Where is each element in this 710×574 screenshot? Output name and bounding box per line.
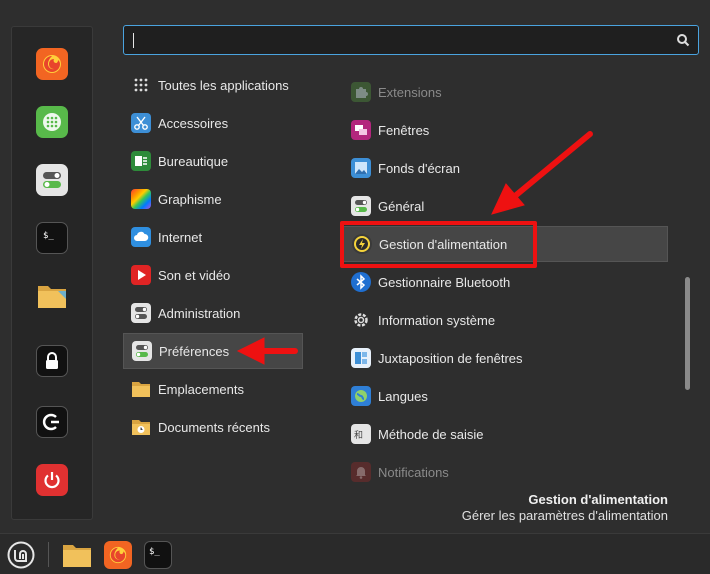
terminal-icon[interactable]: $_ [141,538,174,571]
application-menu: $_ Toutes les applications Accessoires B… [0,0,710,533]
firefox-icon[interactable] [101,538,134,571]
files-folder-icon[interactable] [60,538,93,571]
taskbar-panel: $_ [0,533,710,574]
svg-text:$_: $_ [149,547,160,557]
panel-separator [48,542,49,567]
mint-menu-icon[interactable] [4,538,37,571]
annotation-arrows [236,131,593,365]
